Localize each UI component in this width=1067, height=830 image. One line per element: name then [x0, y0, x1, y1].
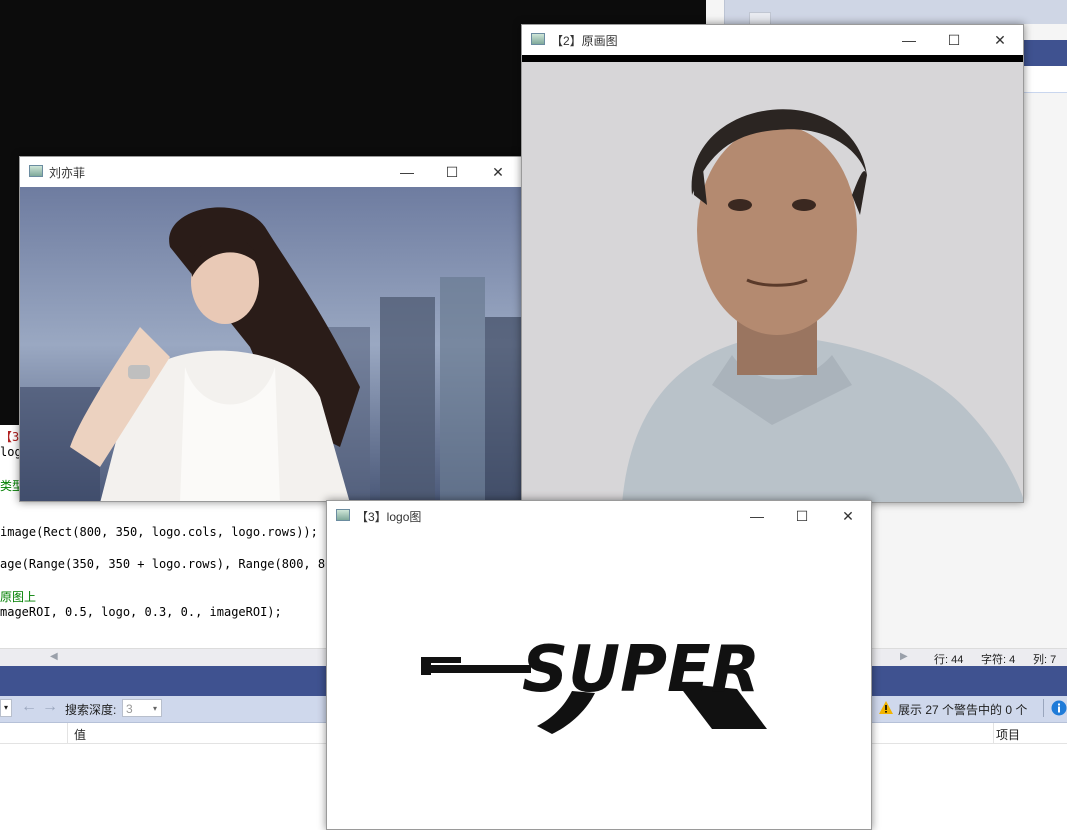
column-header-item[interactable]: 项目 — [996, 726, 1020, 743]
photo-man-portrait — [522, 55, 1023, 502]
window-title: 【2】原画图 — [551, 34, 618, 48]
window-app-icon — [531, 33, 545, 45]
close-button[interactable]: ✕ — [825, 501, 871, 531]
column-header-value[interactable]: 值 — [74, 726, 86, 743]
liuyifei-window[interactable]: 刘亦菲 — ☐ ✕ — [19, 156, 522, 502]
portrait-image-woman — [20, 187, 521, 501]
logo-window[interactable]: 【3】logo图 — ☐ ✕ SUPER — [326, 500, 872, 830]
window-titlebar[interactable]: 【3】logo图 — ☐ ✕ — [327, 501, 871, 531]
window-title: 刘亦菲 — [49, 166, 86, 180]
status-line: 行: 44 — [934, 654, 964, 666]
scroll-left-icon[interactable]: ◀ — [50, 651, 58, 662]
code-line: 【3 — [0, 430, 20, 444]
maximize-button[interactable]: ☐ — [429, 157, 475, 187]
window-app-icon — [29, 165, 43, 177]
maximize-button[interactable]: ☐ — [779, 501, 825, 531]
code-line: image(Rect(800, 350, logo.cols, logo.row… — [0, 525, 318, 539]
search-depth-value: 3 — [126, 702, 133, 716]
status-char: 字符: 4 — [981, 654, 1016, 666]
minimize-button[interactable]: — — [734, 501, 780, 531]
minimize-button[interactable]: — — [384, 157, 430, 187]
logo-image: SUPER — [327, 531, 871, 829]
info-icon[interactable] — [1051, 700, 1067, 716]
search-depth-label: 搜索深度: — [65, 703, 117, 717]
column-divider — [67, 723, 68, 743]
right-panel-header — [724, 0, 1067, 28]
toolbar-divider — [1043, 699, 1044, 717]
search-depth-select[interactable]: 3 ▾ — [122, 699, 162, 717]
super-rifle-logo: SUPER — [421, 633, 767, 734]
scroll-right-icon[interactable]: ▶ — [900, 651, 908, 662]
window-app-icon — [336, 509, 350, 521]
code-line: 原图上 — [0, 590, 37, 604]
window-titlebar[interactable]: 刘亦菲 — ☐ ✕ — [20, 157, 521, 187]
portrait-image-man — [522, 55, 1023, 502]
logo-text: SUPER — [522, 633, 760, 707]
photo-woman-city — [20, 187, 521, 501]
warnings-filter-button[interactable]: 展示 27 个警告中的 0 个 — [898, 701, 1027, 718]
code-line: mageROI, 0.5, logo, 0.3, 0., imageROI); — [0, 605, 282, 619]
arrow-left-icon[interactable]: ← — [21, 698, 37, 716]
combo-dropdown-icon[interactable]: ▾ — [0, 699, 12, 717]
window-title: 【3】logo图 — [356, 510, 422, 524]
chevron-down-icon: ▾ — [152, 704, 157, 713]
arrow-right-icon[interactable]: → — [42, 698, 58, 716]
code-line: age(Range(350, 350 + logo.rows), Range(8… — [0, 557, 340, 571]
maximize-button[interactable]: ☐ — [931, 25, 977, 55]
minimize-button[interactable]: — — [886, 25, 932, 55]
original-image-window[interactable]: 【2】原画图 — ☐ ✕ — [521, 24, 1024, 503]
status-col: 列: 7 — [1033, 654, 1057, 666]
window-titlebar[interactable]: 【2】原画图 — ☐ ✕ — [522, 25, 1023, 55]
close-button[interactable]: ✕ — [475, 157, 521, 187]
warning-triangle-icon — [879, 701, 893, 714]
close-button[interactable]: ✕ — [977, 25, 1023, 55]
column-divider — [993, 723, 994, 743]
